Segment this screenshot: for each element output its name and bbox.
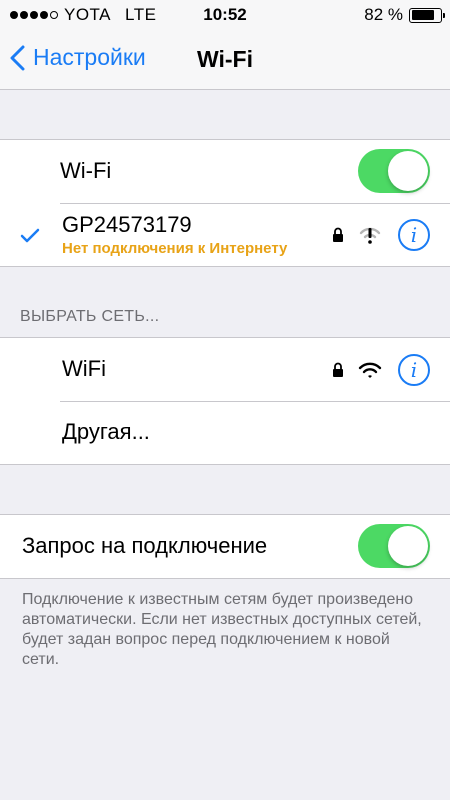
current-network-name: GP24573179: [62, 212, 192, 237]
current-network-row[interactable]: GP24573179 Нет подключения к Интернету i: [0, 203, 450, 266]
ask-join-label: Запрос на подключение: [22, 533, 268, 558]
back-button[interactable]: Настройки: [10, 44, 146, 71]
network-row[interactable]: WiFi i: [0, 338, 450, 401]
wifi-label: Wi-Fi: [60, 158, 112, 183]
status-bar: YOTA LTE 10:52 82 %: [0, 0, 450, 30]
other-network-label: Другая...: [62, 419, 150, 444]
status-bar-right: 82 %: [364, 5, 445, 25]
choose-network-header: ВЫБРАТЬ СЕТЬ...: [20, 308, 160, 325]
lock-icon: [333, 227, 343, 242]
page-title: Wi-Fi: [197, 46, 253, 72]
wifi-toggle[interactable]: [358, 149, 430, 193]
networks-group: WiFi i Другая...: [0, 337, 450, 465]
network-info-button[interactable]: i: [398, 354, 430, 386]
navigation-bar: Настройки Wi-Fi: [0, 30, 450, 90]
lock-icon: [333, 362, 343, 377]
network-name: WiFi: [62, 356, 106, 381]
current-network-status: Нет подключения к Интернету: [62, 240, 288, 257]
wifi-signal-icon: [358, 362, 382, 378]
wifi-no-internet-icon: [359, 227, 381, 244]
chevron-left-icon: [10, 45, 25, 70]
ask-join-group: Запрос на подключение: [0, 514, 450, 579]
wifi-group: Wi-Fi GP24573179 Нет подключения к Интер…: [0, 139, 450, 267]
battery-fill: [411, 10, 435, 20]
battery-percent: 82 %: [364, 5, 403, 24]
ask-join-description: Подключение к известным сетям будет прои…: [22, 591, 422, 668]
back-button-label: Настройки: [33, 44, 146, 70]
checkmark-icon: [20, 228, 40, 243]
other-network-row[interactable]: Другая...: [0, 401, 450, 464]
ask-join-toggle[interactable]: [358, 524, 430, 568]
battery-icon: [409, 7, 445, 23]
ask-join-row: Запрос на подключение: [0, 515, 450, 578]
current-network-info-button[interactable]: i: [398, 219, 430, 251]
wifi-toggle-row: Wi-Fi: [0, 140, 450, 203]
